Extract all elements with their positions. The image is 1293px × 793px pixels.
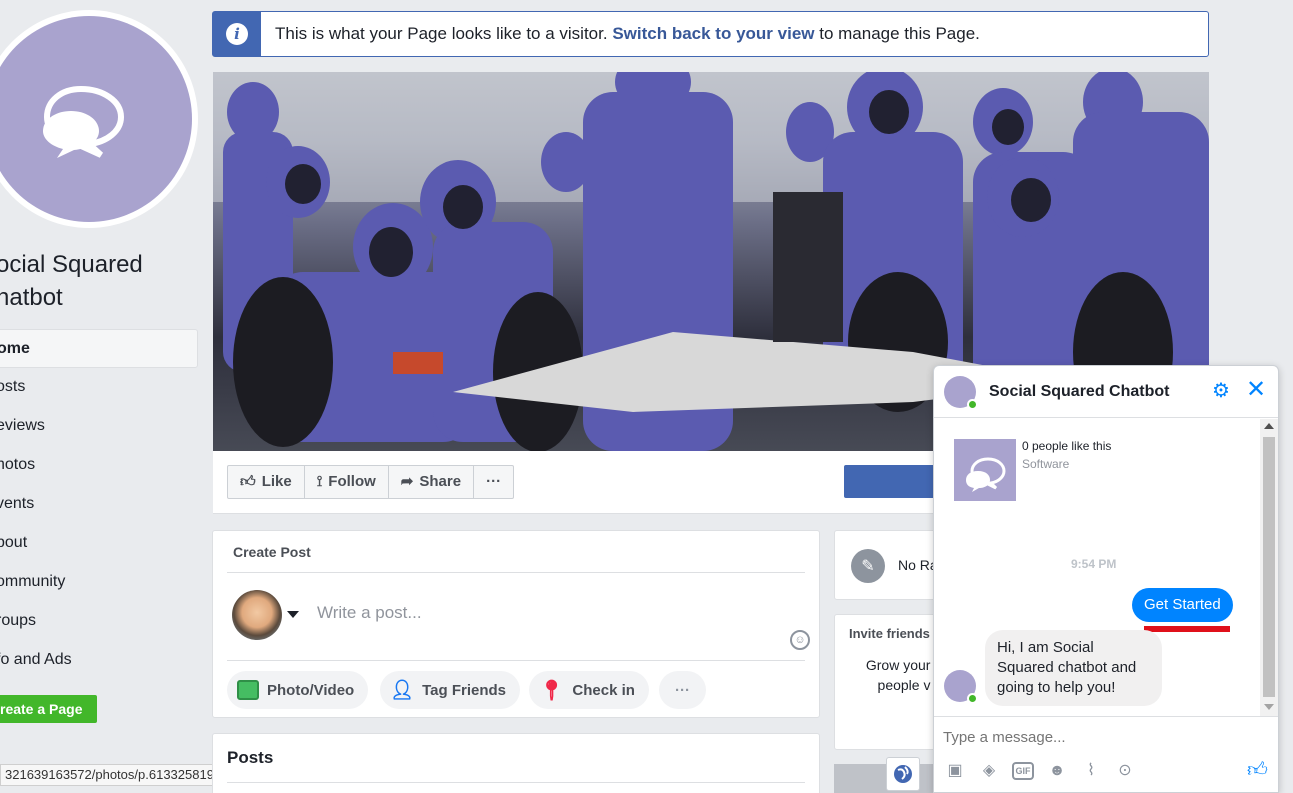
chat-composer: ▣ ◈ GIF ☻ ⌇ ⊙ 👍︎ (934, 716, 1278, 792)
write-post-input[interactable]: Write a post... (317, 603, 422, 623)
gear-icon[interactable]: ⚙ (1212, 380, 1230, 402)
rss-icon: ⟟ (316, 473, 323, 490)
like-label: Like (261, 473, 292, 490)
check-in-button[interactable]: 📍︎ Check in (529, 671, 649, 709)
get-started-message[interactable]: Get Started (1132, 588, 1233, 622)
review-icon: ✎ (851, 549, 885, 583)
page-nav: ome osts eviews hotos vents bout ommunity roups… (0, 329, 198, 680)
page-likes: 0 people like this (1022, 439, 1112, 453)
messenger-chat-window: Social Squared Chatbot ⚙ ✕ 0 people like… (933, 365, 1279, 793)
online-indicator (967, 399, 978, 410)
divider (227, 572, 805, 573)
visitor-view-banner: i This is what your Page looks like to a… (212, 11, 1209, 57)
scroll-up-icon[interactable] (1264, 423, 1274, 429)
photo-video-label: Photo/Video (267, 681, 355, 699)
banner-text: This is what your Page looks like to a v… (275, 24, 608, 43)
thumbs-up-send-icon[interactable]: 👍︎ (1247, 759, 1268, 781)
switch-view-link[interactable]: Switch back to your view (612, 24, 814, 43)
photo-video-button[interactable]: Photo/Video (227, 671, 369, 709)
chat-header[interactable]: Social Squared Chatbot ⚙ ✕ (934, 366, 1278, 418)
image-icon[interactable]: ▣ (944, 760, 966, 782)
divider (227, 660, 805, 661)
scroll-down-icon[interactable] (1264, 704, 1274, 710)
scrollbar-thumb[interactable] (1263, 437, 1275, 697)
create-post-header: Create Post (233, 544, 311, 560)
page-profile-picture[interactable] (0, 10, 198, 228)
red-underline-annotation (1144, 626, 1230, 632)
posts-title: Posts (227, 748, 274, 767)
follow-button[interactable]: ⟟ Follow (305, 466, 389, 498)
like-button[interactable]: 👍︎ Like (228, 466, 305, 498)
sidebar-item-info-and-ads[interactable]: fo and Ads (0, 641, 198, 680)
emoji-icon[interactable]: ☺ (790, 630, 810, 650)
camera-icon[interactable]: ⊙ (1114, 760, 1136, 782)
sidebar-item-posts[interactable]: osts (0, 368, 198, 407)
invite-title: Invite friends (849, 626, 930, 641)
sidebar-item-reviews[interactable]: eviews (0, 407, 198, 446)
caret-down-icon[interactable] (287, 611, 299, 618)
gif-icon[interactable]: GIF (1012, 762, 1034, 780)
page-title-line-1: ocial Squared (0, 251, 143, 278)
bot-message: Hi, I am Social Squared chatbot and goin… (985, 630, 1162, 706)
tag-person-icon: 👤︎ (390, 680, 415, 701)
share-arrow-icon: ➦ (400, 473, 414, 490)
create-post-card: Create Post Write a post... ☺ Photo/Vide… (212, 530, 820, 718)
tag-friends-button[interactable]: 👤︎ Tag Friends (380, 671, 521, 709)
emoji-icon[interactable]: ☻ (1046, 760, 1068, 782)
user-avatar[interactable] (232, 590, 282, 640)
rating-card: ✎ No Ra (834, 530, 944, 600)
invite-friends-card: Invite friends Grow your a people v (834, 614, 944, 750)
more-post-options-button[interactable]: ··· (659, 671, 706, 709)
rating-text: No Ra (898, 557, 938, 573)
banner-text-end: to manage this Page. (819, 24, 980, 43)
info-icon: i (213, 12, 261, 56)
message-input[interactable] (943, 729, 1243, 746)
create-page-button[interactable]: reate a Page (0, 695, 97, 723)
sidebar-item-home[interactable]: ome (0, 329, 198, 368)
composer-tools: ▣ ◈ GIF ☻ ⌇ ⊙ (944, 760, 1136, 782)
page-category: Software (1022, 457, 1070, 471)
attachment-icon[interactable]: ⌇ (1080, 760, 1102, 782)
close-icon[interactable]: ✕ (1246, 378, 1266, 402)
tag-friends-label: Tag Friends (422, 681, 507, 699)
sidebar-item-community[interactable]: ommunity (0, 563, 198, 602)
page-title-line-2: hatbot (0, 284, 63, 311)
page-title: ocial Squared hatbot (0, 248, 196, 314)
chat-bubbles-icon (43, 85, 125, 158)
posts-section: Posts (212, 733, 820, 793)
page-thumbnail (954, 439, 1016, 501)
chat-conversation[interactable]: 0 people like this Software 9:54 PM Get … (934, 419, 1278, 716)
check-in-label: Check in (572, 681, 635, 699)
share-label: Share (419, 473, 462, 490)
more-actions-button[interactable]: ··· (474, 466, 513, 498)
location-pin-icon: 📍︎ (539, 679, 565, 702)
divider (227, 782, 805, 783)
chat-title: Social Squared Chatbot (989, 383, 1170, 400)
page-action-buttons: 👍︎ Like ⟟ Follow ➦ Share ··· (227, 465, 515, 499)
sidebar-item-about[interactable]: bout (0, 524, 198, 563)
message-timestamp: 9:54 PM (1071, 557, 1117, 571)
online-indicator (967, 693, 978, 704)
follow-label: Follow (328, 473, 376, 490)
sidebar-item-groups[interactable]: roups (0, 602, 198, 641)
sidebar-item-events[interactable]: vents (0, 485, 198, 524)
photo-icon (237, 680, 259, 700)
sidebar-item-photos[interactable]: hotos (0, 446, 198, 485)
sticker-icon[interactable]: ◈ (978, 760, 1000, 782)
thumbs-up-icon: 👍︎ (240, 473, 256, 490)
share-button[interactable]: ➦ Share (389, 466, 475, 498)
globe-icon[interactable] (886, 757, 920, 791)
